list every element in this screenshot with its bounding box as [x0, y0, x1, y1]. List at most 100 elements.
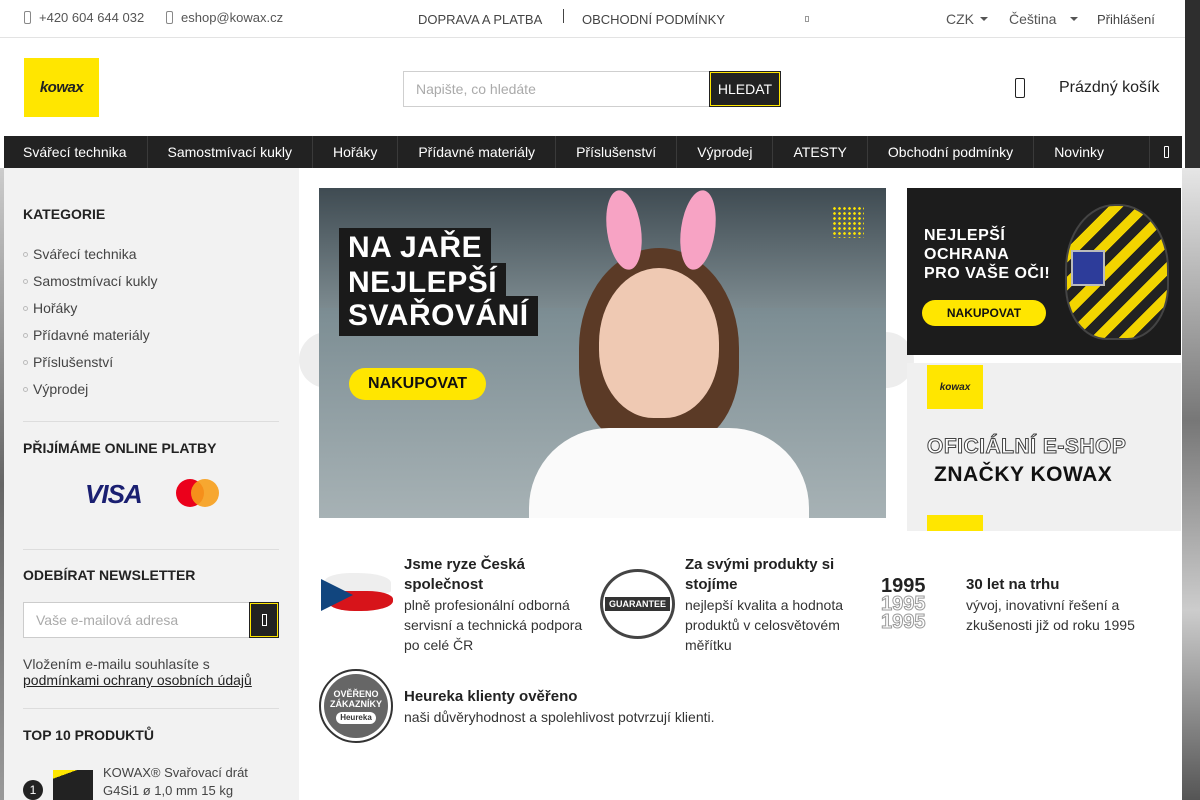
consent-text: Vložením e-mailu souhlasíte s	[23, 656, 210, 672]
kowax-logo: kowax	[927, 365, 983, 409]
nav-sale[interactable]: Výprodej	[677, 136, 774, 168]
phone-icon	[24, 11, 31, 24]
divider	[23, 549, 279, 550]
cart[interactable]: Prázdný košík	[1015, 78, 1159, 98]
cart-icon	[1163, 146, 1169, 158]
nav-filler-materials[interactable]: Přídavné materiály	[398, 136, 557, 168]
phone-number: +420 604 644 032	[39, 10, 145, 25]
terms-link[interactable]: OBCHODNÍ PODMÍNKY	[582, 12, 725, 27]
login-link[interactable]: Přihlášení	[1097, 12, 1155, 27]
newsletter-email-input[interactable]	[23, 602, 249, 638]
czech-flag-icon	[319, 555, 394, 630]
currency-select[interactable]: CZK	[946, 11, 988, 27]
newsletter-form	[23, 602, 279, 638]
logo-text: kowax	[39, 79, 84, 96]
dots-decoration	[832, 206, 864, 238]
categories-title: KATEGORIE	[23, 206, 106, 222]
mastercard-logo	[176, 479, 220, 507]
nav-welding-tech[interactable]: Svářecí technika	[4, 136, 148, 168]
phone-contact[interactable]: +420 604 644 032	[24, 10, 144, 25]
more-icon[interactable]	[805, 16, 809, 22]
visa-logo: VISA	[85, 479, 143, 509]
hero-banner[interactable]: NA JAŘE NEJLEPŠÍ SVAŘOVÁNÍ NAKUPOVAT	[319, 188, 886, 518]
chevron-down-icon	[980, 17, 988, 21]
newsletter-title: ODEBÍRAT NEWSLETTER	[23, 567, 196, 583]
newsletter-submit-button[interactable]	[249, 602, 279, 638]
currency-value: CZK	[946, 11, 974, 27]
product-thumbnail[interactable]	[53, 770, 93, 800]
top-bar: +420 604 644 032 eshop@kowax.cz DOPRAVA …	[0, 0, 1185, 38]
feature-years: 1995 1995 1995 30 let na trhu vývoj, ino…	[881, 575, 1161, 650]
year-1995-icon: 1995 1995 1995	[881, 575, 926, 633]
category-item[interactable]: Příslušenství	[23, 352, 279, 379]
shipping-payment-link[interactable]: DOPRAVA A PLATBA	[418, 12, 542, 27]
heureka-badge-icon: OVĚŘENO ZÁKAZNÍKY Heureka	[319, 669, 394, 744]
send-icon	[261, 614, 267, 626]
product-name[interactable]: KOWAX® Svařovací drát G4Si1 ø 1,0 mm 15 …	[103, 764, 279, 800]
nav-news[interactable]: Novinky	[1034, 136, 1124, 168]
payments-title: PŘIJÍMÁME ONLINE PLATBY	[23, 440, 217, 456]
nav-certificates[interactable]: ATESTY	[773, 136, 868, 168]
background-image-right	[1182, 168, 1200, 800]
feature-czech: Jsme ryze Česká společnost plně profesio…	[319, 555, 589, 655]
official-banner-line-2: ZNAČKY KOWAX	[934, 463, 1113, 486]
nav-cart-button[interactable]	[1149, 136, 1182, 168]
cart-label: Prázdný košík	[1059, 79, 1160, 96]
divider	[23, 421, 279, 422]
nav-auto-helmets[interactable]: Samostmívací kukly	[148, 136, 313, 168]
feature-title: 30 let na trhu	[966, 576, 1060, 593]
nav-torches[interactable]: Hořáky	[313, 136, 399, 168]
feature-title: Jsme ryze Česká společnost	[404, 556, 525, 593]
category-list: Svářecí technika Samostmívací kukly Hořá…	[23, 244, 279, 406]
guarantee-seal-icon: GUARANTEE	[600, 555, 675, 639]
sidebar: KATEGORIE Svářecí technika Samostmívací …	[4, 168, 299, 800]
page: +420 604 644 032 eshop@kowax.cz DOPRAVA …	[0, 0, 1185, 800]
feature-text: vývoj, inovativní řešení a zkušenosti ji…	[966, 597, 1135, 633]
category-item[interactable]: Přídavné materiály	[23, 325, 279, 352]
hero-line-3: SVAŘOVÁNÍ	[339, 296, 538, 336]
helmet-banner[interactable]: NEJLEPŠÍ OCHRANA PRO VAŠE OČI! NAKUPOVAT	[907, 188, 1181, 355]
site-logo[interactable]: kowax	[24, 58, 99, 117]
category-item[interactable]: Samostmívací kukly	[23, 271, 279, 298]
yellow-accent	[927, 515, 983, 531]
rank-badge: 1	[23, 780, 43, 800]
main-navigation: Svářecí technika Samostmívací kukly Hořá…	[4, 136, 1182, 168]
search-button[interactable]: HLEDAT	[709, 71, 781, 107]
nav-terms[interactable]: Obchodní podmínky	[868, 136, 1035, 168]
feature-text: naši důvěryhodnost a spolehlivost potvrz…	[404, 709, 715, 725]
email-contact[interactable]: eshop@kowax.cz	[166, 10, 283, 25]
language-value: Čeština	[1009, 11, 1057, 27]
language-select[interactable]: Čeština	[1009, 11, 1079, 27]
category-item[interactable]: Svářecí technika	[23, 244, 279, 271]
category-item[interactable]: Hořáky	[23, 298, 279, 325]
email-address: eshop@kowax.cz	[181, 10, 284, 25]
nav-accessories[interactable]: Příslušenství	[556, 136, 678, 168]
feature-guarantee: GUARANTEE Za svými produkty si stojíme n…	[600, 555, 865, 655]
top-products-title: TOP 10 PRODUKTŮ	[23, 727, 154, 743]
background-image-left	[0, 168, 4, 800]
chevron-down-icon	[1070, 17, 1079, 21]
cart-icon	[1015, 78, 1025, 98]
official-banner-line-1: OFICIÁLNÍ E-SHOP	[926, 435, 1127, 459]
privacy-policy-link[interactable]: podmínkami ochrany osobních údajů	[23, 672, 252, 688]
category-item[interactable]: Výprodej	[23, 379, 279, 406]
search-input[interactable]	[403, 71, 709, 107]
search-bar: HLEDAT	[403, 71, 781, 107]
feature-title: Za svými produkty si stojíme	[685, 556, 835, 593]
feature-title: Heureka klienty ověřeno	[404, 688, 578, 705]
helmet-banner-title: NEJLEPŠÍ OCHRANA PRO VAŠE OČI!	[924, 227, 1051, 282]
helmet-shop-button[interactable]: NAKUPOVAT	[922, 300, 1046, 326]
helmet-lens-image	[1071, 250, 1105, 286]
hero-line-1: NA JAŘE	[339, 228, 492, 268]
newsletter-consent: Vložením e-mailu souhlasíte s podmínkami…	[23, 656, 279, 688]
mail-icon	[166, 11, 173, 24]
official-eshop-banner[interactable]: kowax OFICIÁLNÍ E-SHOP ZNAČKY KOWAX	[907, 363, 1181, 531]
hero-model-image	[529, 188, 809, 518]
divider	[563, 9, 564, 23]
feature-text: plně profesionální odborná servisní a te…	[404, 597, 583, 653]
feature-heureka: OVĚŘENO ZÁKAZNÍKY Heureka Heureka klient…	[319, 669, 819, 744]
divider	[23, 708, 279, 709]
hero-shop-button[interactable]: NAKUPOVAT	[349, 368, 486, 400]
feature-text: nejlepší kvalita a hodnota produktů v ce…	[685, 597, 843, 653]
top-product-item[interactable]: 1 KOWAX® Svařovací drát G4Si1 ø 1,0 mm 1…	[23, 764, 279, 800]
